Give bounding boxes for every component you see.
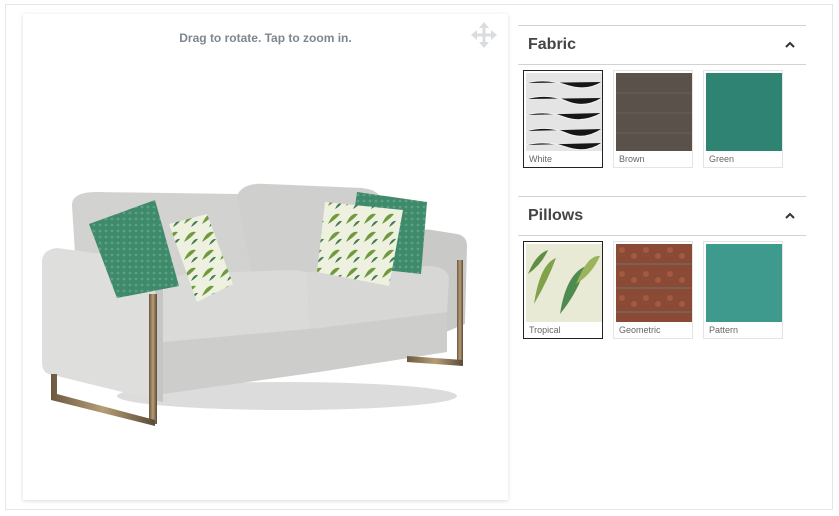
fabric-swatch-green[interactable]: Green [703,70,783,168]
swatch-tile [616,244,692,322]
fabric-section-header[interactable]: Fabric [518,25,806,65]
fabric-section: Fabric White Brown Green [518,25,806,168]
pillow-swatch-geometric[interactable]: Geometric [613,241,693,339]
swatch-tile [616,73,692,151]
fabric-swatch-white[interactable]: White [523,70,603,168]
swatch-label: Tropical [529,325,561,335]
swatch-label: Pattern [709,325,739,335]
product-3d-viewer[interactable]: Drag to rotate. Tap to zoom in. [23,14,508,500]
swatch-label: Brown [619,154,645,164]
swatch-tile [526,244,602,322]
swatch-label: White [529,154,553,164]
swatch-tile [706,244,782,322]
pillows-section-header[interactable]: Pillows [518,196,806,236]
swatch-label: Geometric [619,325,661,335]
fabric-swatch-list: White Brown Green [518,65,806,168]
pillows-section-title: Pillows [528,207,584,224]
pillows-section: Pillows Tropical Geometric Pattern [518,196,806,339]
chevron-up-icon[interactable] [784,210,796,222]
pillow-swatch-pattern[interactable]: Pattern [703,241,783,339]
fabric-section-title: Fabric [528,36,577,53]
chevron-up-icon[interactable] [784,39,796,51]
swatch-label: Green [709,154,735,164]
move-arrows-icon[interactable] [470,21,498,49]
pillows-swatch-list: Tropical Geometric Pattern [518,236,806,339]
pillow-swatch-tropical[interactable]: Tropical [523,241,603,339]
viewer-hint: Drag to rotate. Tap to zoom in. [179,31,352,45]
sofa-image [41,183,467,426]
swatch-tile [526,73,602,151]
swatch-tile [706,73,782,151]
fabric-swatch-brown[interactable]: Brown [613,70,693,168]
